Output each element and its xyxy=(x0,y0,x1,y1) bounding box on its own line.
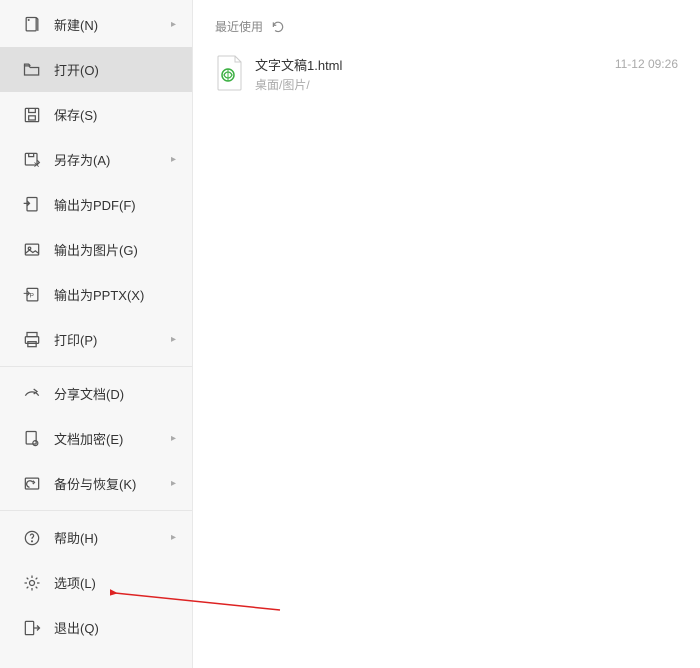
menu-label: 输出为图片(G) xyxy=(54,240,138,259)
open-folder-icon xyxy=(22,60,42,80)
chevron-right-icon: ▸ xyxy=(171,334,176,345)
new-file-icon xyxy=(22,15,42,35)
menu-new[interactable]: 新建(N) ▸ xyxy=(0,2,192,47)
menu-label: 选项(L) xyxy=(54,573,96,592)
menu-open[interactable]: 打开(O) xyxy=(0,47,192,92)
menu-label: 保存(S) xyxy=(54,105,97,124)
menu-label: 帮助(H) xyxy=(54,528,98,547)
menu-save[interactable]: 保存(S) xyxy=(0,92,192,137)
menu-help[interactable]: 帮助(H) ▸ xyxy=(0,515,192,560)
encrypt-icon xyxy=(22,429,42,449)
menu-encrypt[interactable]: 文档加密(E) ▸ xyxy=(0,416,192,461)
options-icon xyxy=(22,573,42,593)
chevron-right-icon: ▸ xyxy=(171,154,176,165)
export-pdf-icon xyxy=(22,195,42,215)
recent-files-panel: 最近使用 文字文稿1.html 桌面/图片/ xyxy=(193,0,700,668)
file-info: 文字文稿1.html 桌面/图片/ xyxy=(255,55,615,93)
menu-share[interactable]: 分享文档(D) xyxy=(0,371,192,416)
menu-label: 分享文档(D) xyxy=(54,384,124,403)
print-icon xyxy=(22,330,42,350)
menu-label: 退出(Q) xyxy=(54,618,99,637)
recent-header: 最近使用 xyxy=(215,18,678,35)
file-path: 桌面/图片/ xyxy=(255,76,615,93)
menu-label: 文档加密(E) xyxy=(54,429,123,448)
menu-label: 另存为(A) xyxy=(54,150,110,169)
chevron-right-icon: ▸ xyxy=(171,19,176,30)
menu-export-image[interactable]: 输出为图片(G) xyxy=(0,227,192,272)
menu-exit[interactable]: 退出(Q) xyxy=(0,605,192,650)
help-icon xyxy=(22,528,42,548)
menu-label: 备份与恢复(K) xyxy=(54,474,136,493)
menu-label: 输出为PDF(F) xyxy=(54,195,136,214)
menu-label: 打印(P) xyxy=(54,330,97,349)
chevron-right-icon: ▸ xyxy=(171,478,176,489)
export-pptx-icon: P xyxy=(22,285,42,305)
export-image-icon xyxy=(22,240,42,260)
menu-backup[interactable]: 备份与恢复(K) ▸ xyxy=(0,461,192,506)
backup-icon xyxy=(22,474,42,494)
chevron-right-icon: ▸ xyxy=(171,433,176,444)
menu-export-pptx[interactable]: P 输出为PPTX(X) xyxy=(0,272,192,317)
refresh-icon[interactable] xyxy=(271,20,285,34)
separator xyxy=(0,510,192,511)
separator xyxy=(0,366,192,367)
menu-label: 打开(O) xyxy=(54,60,99,79)
save-icon xyxy=(22,105,42,125)
file-time: 11-12 09:26 xyxy=(615,55,678,71)
file-name: 文字文稿1.html xyxy=(255,55,615,74)
exit-icon xyxy=(22,618,42,638)
menu-print[interactable]: 打印(P) ▸ xyxy=(0,317,192,362)
save-as-icon xyxy=(22,150,42,170)
menu-options[interactable]: 选项(L) xyxy=(0,560,192,605)
file-menu-sidebar: 新建(N) ▸ 打开(O) 保存(S) xyxy=(0,0,193,668)
recent-file-item[interactable]: 文字文稿1.html 桌面/图片/ 11-12 09:26 xyxy=(215,51,678,97)
menu-label: 输出为PPTX(X) xyxy=(54,285,144,304)
svg-text:P: P xyxy=(30,292,35,299)
menu-export-pdf[interactable]: 输出为PDF(F) xyxy=(0,182,192,227)
chevron-right-icon: ▸ xyxy=(171,532,176,543)
menu-save-as[interactable]: 另存为(A) ▸ xyxy=(0,137,192,182)
menu-label: 新建(N) xyxy=(54,15,98,34)
html-file-icon xyxy=(215,55,245,91)
share-icon xyxy=(22,384,42,404)
recent-label: 最近使用 xyxy=(215,18,263,35)
